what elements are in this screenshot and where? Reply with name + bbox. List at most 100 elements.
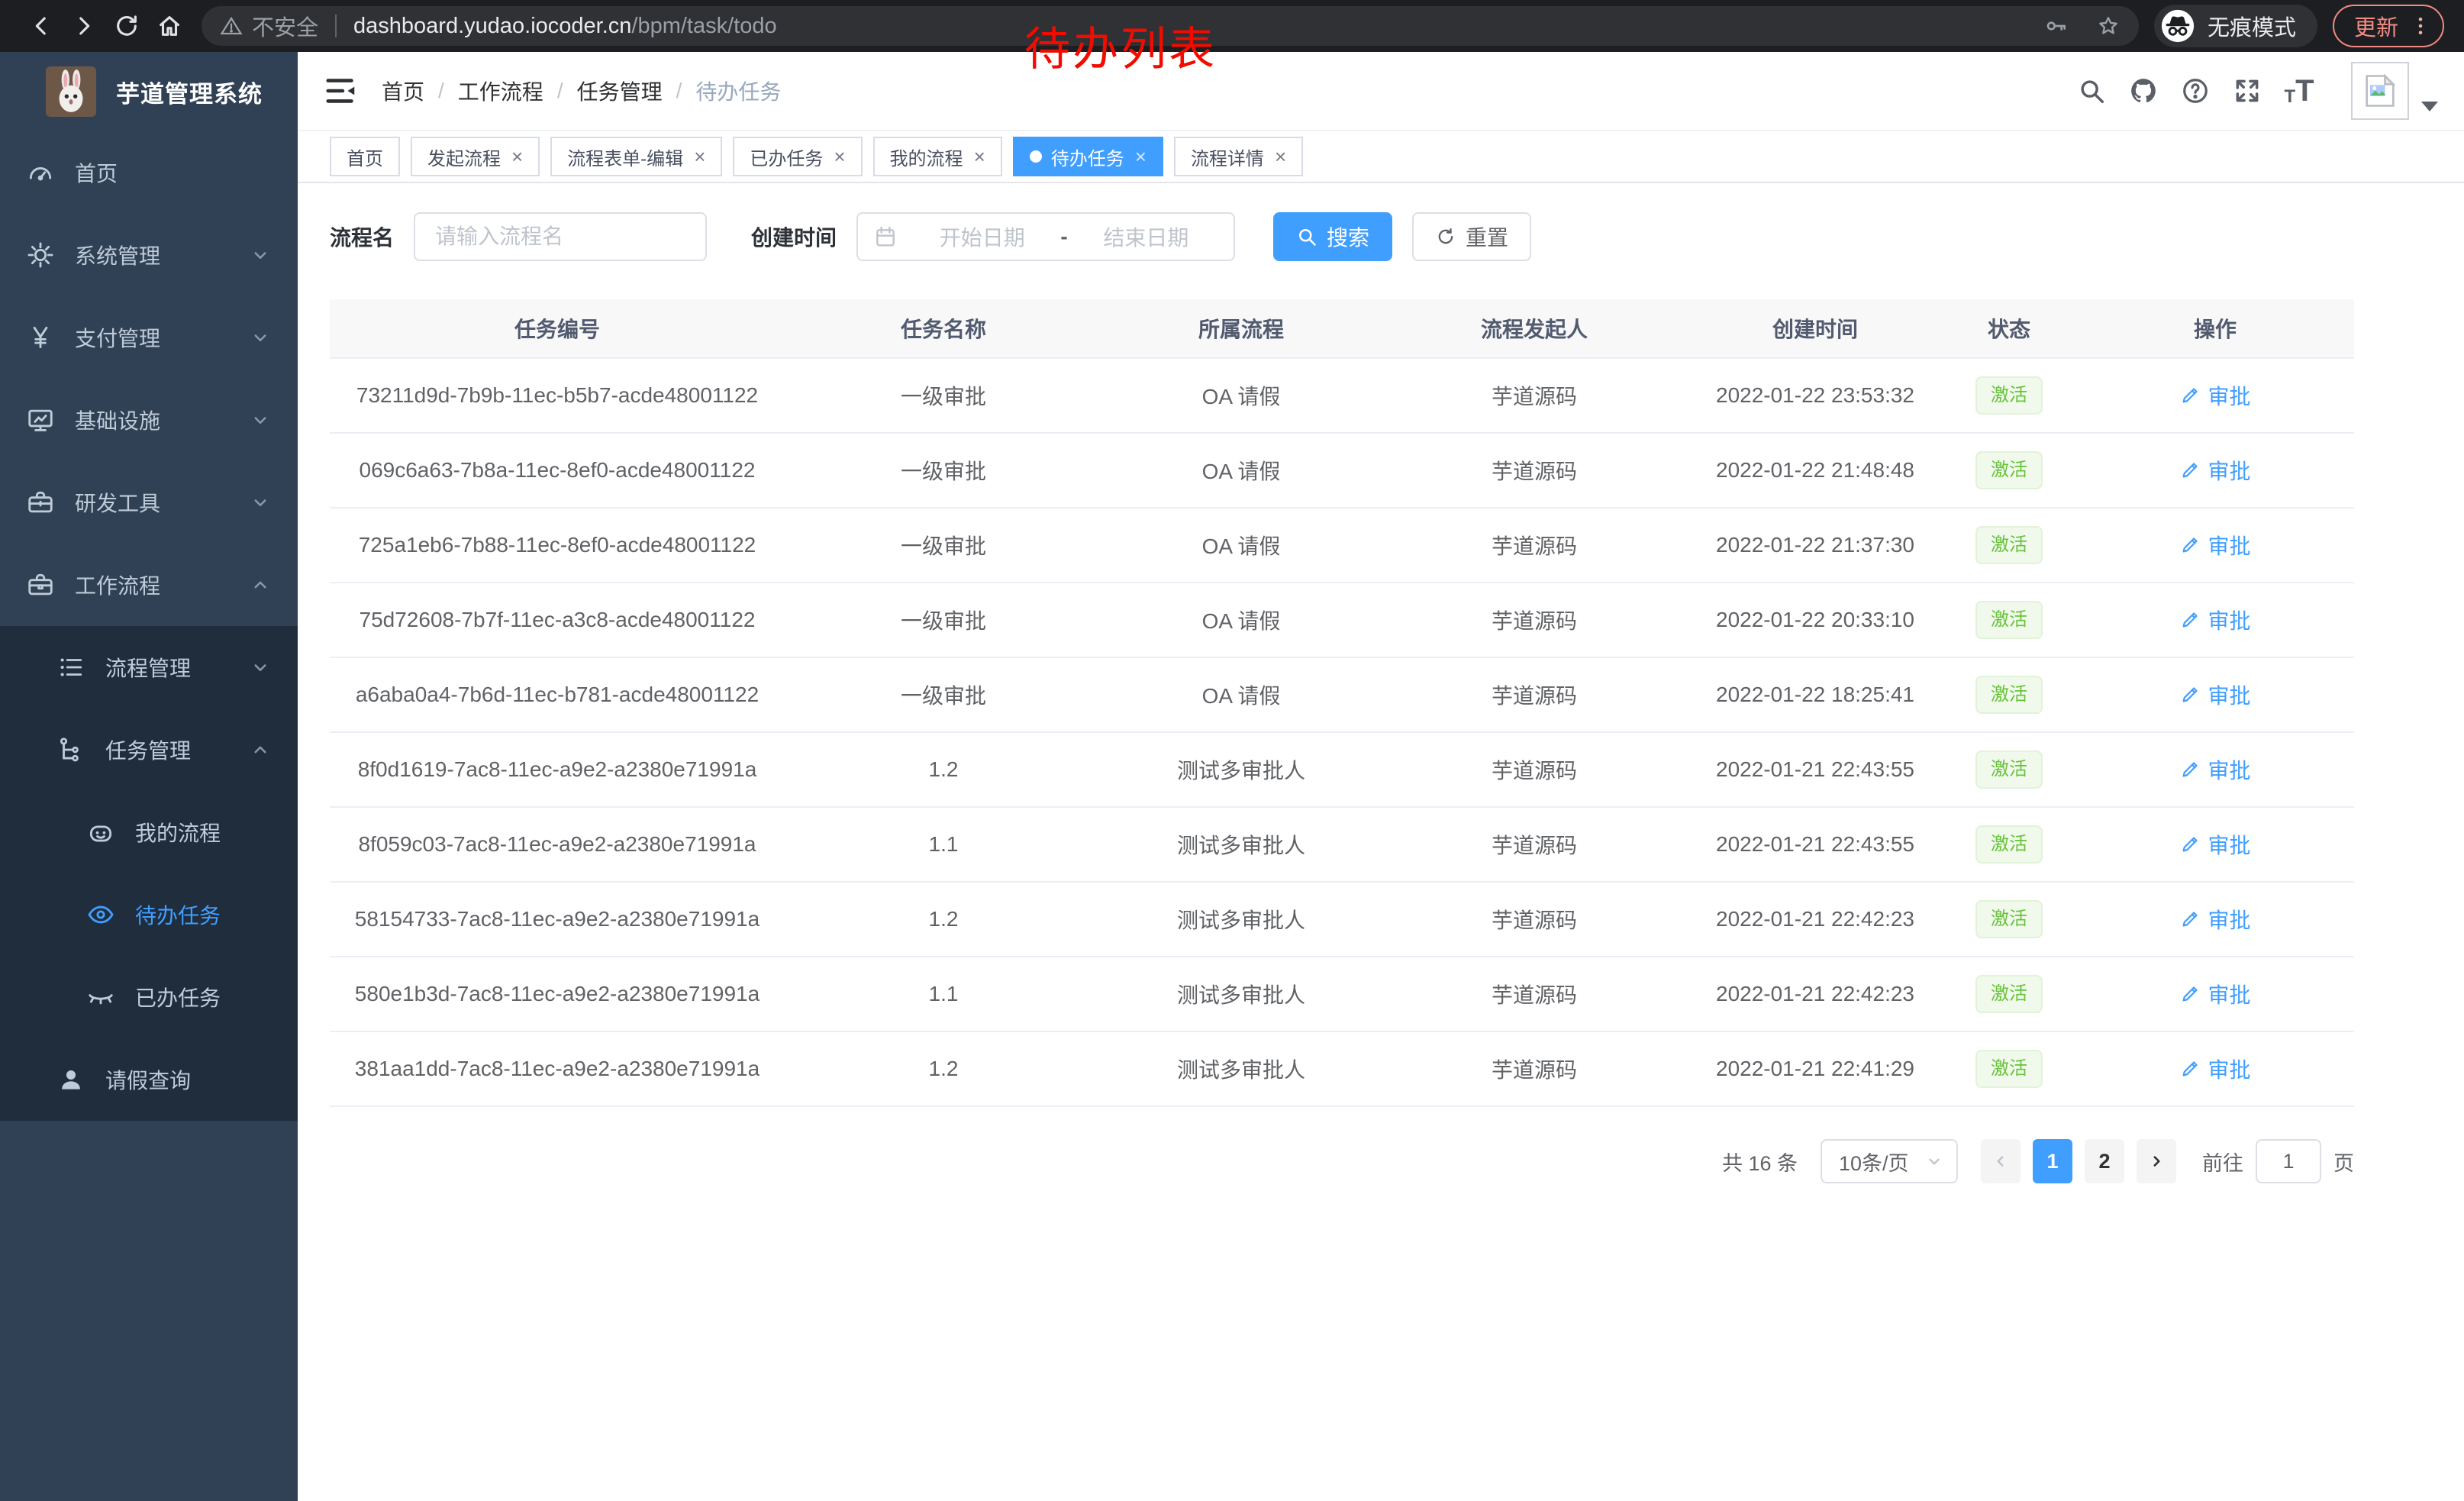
- page-2-button[interactable]: 2: [2085, 1139, 2124, 1183]
- tab[interactable]: 发起流程 ×: [411, 137, 540, 176]
- approve-link[interactable]: 审批: [2179, 1054, 2250, 1084]
- next-page-button[interactable]: [2137, 1139, 2176, 1183]
- close-icon[interactable]: ×: [1275, 147, 1286, 166]
- sidebar-item[interactable]: 系统管理: [0, 214, 298, 296]
- date-range-picker[interactable]: 开始日期 - 结束日期: [856, 212, 1235, 261]
- reset-button[interactable]: 重置: [1412, 212, 1531, 261]
- browser-menu-icon[interactable]: [2409, 15, 2432, 37]
- todo-task-table: 任务编号 任务名称 所属流程 流程发起人 创建时间 状态 操作 73211d9d…: [330, 299, 2354, 1107]
- tab[interactable]: 流程表单-编辑×: [550, 137, 722, 176]
- edit-pen-icon: [2179, 984, 2200, 1005]
- approve-link[interactable]: 审批: [2179, 904, 2250, 934]
- tab[interactable]: 首页: [330, 137, 400, 176]
- tab[interactable]: 我的流程×: [873, 137, 1002, 176]
- approve-link[interactable]: 审批: [2179, 380, 2250, 411]
- breadcrumb-task-mgmt[interactable]: 任务管理: [577, 76, 663, 106]
- password-key-icon[interactable]: [2044, 14, 2069, 38]
- actions-cell: 审批: [2076, 530, 2354, 560]
- reload-icon[interactable]: [105, 5, 148, 47]
- sidebar-item[interactable]: 请假查询: [0, 1038, 298, 1121]
- tab[interactable]: 待办任务×: [1013, 137, 1163, 176]
- sidebar-item[interactable]: 已办任务: [0, 956, 298, 1038]
- breadcrumb-home[interactable]: 首页: [382, 76, 424, 106]
- home-icon[interactable]: [148, 5, 191, 47]
- col-starter: 流程发起人: [1380, 313, 1688, 344]
- approve-link[interactable]: 审批: [2179, 605, 2250, 635]
- yen-icon: [26, 323, 55, 352]
- sidebar-item[interactable]: 任务管理: [0, 709, 298, 791]
- sidebar-item[interactable]: 待办任务: [0, 873, 298, 956]
- total-count: 共 16 条: [1722, 1147, 1798, 1177]
- breadcrumb-workflow[interactable]: 工作流程: [458, 76, 543, 106]
- collapse-sidebar-icon[interactable]: [324, 73, 359, 108]
- approve-link[interactable]: 审批: [2179, 979, 2250, 1009]
- approve-link-label: 审批: [2208, 754, 2250, 785]
- status-cell: 激活: [1942, 526, 2076, 564]
- chevron-right-icon: [2146, 1151, 2166, 1171]
- created-time-cell: 2022-01-21 22:43:55: [1688, 757, 1942, 782]
- approve-link[interactable]: 审批: [2179, 530, 2250, 560]
- process-name-input[interactable]: [414, 212, 707, 261]
- starter-cell: 芋道源码: [1380, 754, 1688, 785]
- prev-page-button[interactable]: [1981, 1139, 2021, 1183]
- tab-label: 发起流程: [427, 144, 501, 170]
- avatar[interactable]: [2351, 62, 2409, 120]
- tab[interactable]: 流程详情×: [1174, 137, 1303, 176]
- list-icon: [56, 653, 85, 682]
- table-row: 58154733-7ac8-11ec-a9e2-a2380e71991a1.2测…: [330, 883, 2354, 957]
- approve-link[interactable]: 审批: [2179, 679, 2250, 710]
- close-icon[interactable]: ×: [694, 147, 705, 166]
- table-row: a6aba0a4-7b6d-11ec-b781-acde48001122一级审批…: [330, 658, 2354, 733]
- status-cell: 激活: [1942, 825, 2076, 863]
- table-row: 580e1b3d-7ac8-11ec-a9e2-a2380e71991a1.1测…: [330, 957, 2354, 1032]
- forward-icon[interactable]: [63, 5, 105, 47]
- starter-cell: 芋道源码: [1380, 530, 1688, 560]
- process-name-cell: 测试多审批人: [1102, 829, 1380, 860]
- task-id-cell: a6aba0a4-7b6d-11ec-b781-acde48001122: [330, 683, 785, 707]
- task-name-cell: 1.1: [785, 832, 1102, 857]
- tab[interactable]: 已办任务×: [733, 137, 862, 176]
- close-icon[interactable]: ×: [974, 147, 985, 166]
- search-button[interactable]: 搜索: [1273, 212, 1392, 261]
- filter-form: 流程名 创建时间 开始日期 - 结束日期 搜索 重置: [330, 212, 2464, 261]
- sidebar-item[interactable]: 工作流程: [0, 544, 298, 626]
- breadcrumb: 首页 / 工作流程 / 任务管理 / 待办任务: [382, 76, 781, 106]
- font-size-icon[interactable]: TT: [2273, 65, 2325, 117]
- edit-pen-icon: [2179, 834, 2200, 855]
- page-content: 流程名 创建时间 开始日期 - 结束日期 搜索 重置: [298, 183, 2464, 1501]
- approve-link[interactable]: 审批: [2179, 754, 2250, 785]
- bookmark-star-icon[interactable]: [2096, 14, 2121, 38]
- sidebar-item-label: 基础设施: [75, 405, 160, 435]
- close-icon[interactable]: ×: [834, 147, 845, 166]
- page-size-select[interactable]: 10条/页: [1821, 1139, 1958, 1183]
- sidebar-item[interactable]: 我的流程: [0, 791, 298, 873]
- page-1-button[interactable]: 1: [2033, 1139, 2072, 1183]
- created-time-cell: 2022-01-22 18:25:41: [1688, 683, 1942, 707]
- task-id-cell: 8f0d1619-7ac8-11ec-a9e2-a2380e71991a: [330, 757, 785, 782]
- table-row: 73211d9d-7b9b-11ec-b5b7-acde48001122一级审批…: [330, 359, 2354, 434]
- task-id-cell: 580e1b3d-7ac8-11ec-a9e2-a2380e71991a: [330, 982, 785, 1006]
- search-icon[interactable]: [2066, 65, 2117, 117]
- approve-link[interactable]: 审批: [2179, 829, 2250, 860]
- created-time-cell: 2022-01-22 21:37:30: [1688, 533, 1942, 557]
- sidebar-item-label: 已办任务: [135, 982, 221, 1012]
- close-icon[interactable]: ×: [1135, 147, 1147, 166]
- goto-label: 前往: [2202, 1147, 2243, 1177]
- github-icon[interactable]: [2117, 65, 2169, 117]
- fullscreen-icon[interactable]: [2221, 65, 2273, 117]
- col-created: 创建时间: [1688, 313, 1942, 344]
- sidebar-item[interactable]: 研发工具: [0, 461, 298, 544]
- goto-page-input[interactable]: [2256, 1139, 2321, 1183]
- avatar-dropdown-caret[interactable]: [2421, 102, 2438, 111]
- active-tab-dot: [1030, 150, 1042, 163]
- close-icon[interactable]: ×: [511, 147, 523, 166]
- help-icon[interactable]: [2169, 65, 2221, 117]
- sidebar-item[interactable]: 首页: [0, 131, 298, 214]
- sidebar-item[interactable]: 流程管理: [0, 626, 298, 709]
- update-button[interactable]: 更新: [2333, 5, 2444, 47]
- sidebar-item[interactable]: 支付管理: [0, 296, 298, 379]
- approve-link[interactable]: 审批: [2179, 455, 2250, 486]
- back-icon[interactable]: [20, 5, 63, 47]
- status-cell: 激活: [1942, 676, 2076, 714]
- sidebar-item[interactable]: 基础设施: [0, 379, 298, 461]
